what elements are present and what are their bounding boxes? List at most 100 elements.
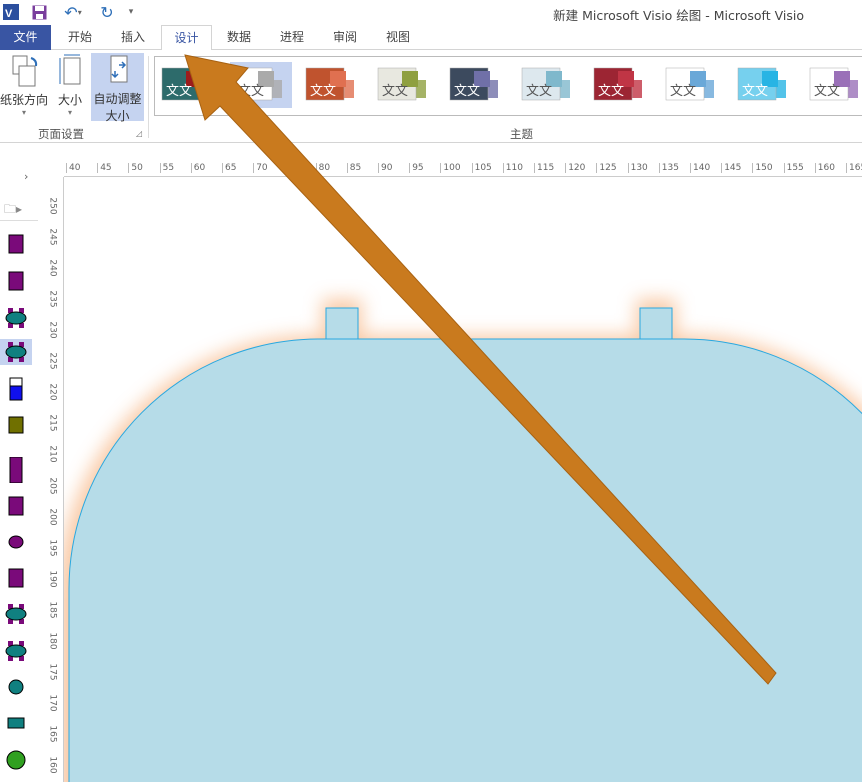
square-table-4-chairs-stencil-icon[interactable]	[4, 638, 28, 664]
ruler-tick-label: 95	[409, 163, 423, 173]
svg-text:V: V	[5, 8, 13, 20]
page-setup-label: 页面设置	[38, 126, 84, 142]
bookshelf-stencil-icon[interactable]	[4, 231, 28, 257]
ruler-tick-label: 100	[440, 163, 460, 173]
size-icon	[55, 54, 85, 88]
oval-table-shape[interactable]	[64, 299, 862, 782]
tab-design[interactable]: 设计	[161, 25, 212, 51]
theme-item[interactable]: 文文	[446, 62, 508, 108]
theme-sample-text: 文文	[382, 80, 408, 99]
oval-table-chairs-stencil-icon[interactable]	[0, 339, 32, 365]
ruler-tick-label: 185	[48, 601, 58, 618]
customize-icon[interactable]: ▾	[124, 3, 138, 21]
ruler-tick-label: 205	[48, 477, 58, 494]
plant-stencil-icon[interactable]	[4, 747, 28, 773]
water-cooler-stencil-icon[interactable]	[4, 376, 28, 402]
vertical-ruler[interactable]: 2502452402352302252202152102052001951901…	[48, 177, 64, 782]
ruler-tick-label: 110	[503, 163, 523, 173]
theme-item[interactable]: 文文	[590, 62, 652, 108]
table-tab-right	[640, 308, 672, 340]
more-shapes-icon[interactable]: 🗀▸	[4, 200, 32, 221]
tab-file[interactable]: 文件	[0, 25, 51, 50]
ruler-tick-label: 160	[48, 756, 58, 773]
redo-icon[interactable]: ↻	[98, 3, 116, 21]
rect-table-chairs-stencil-icon[interactable]	[4, 305, 28, 331]
ruler-tick-label: 220	[48, 384, 58, 401]
undo-icon[interactable]: ↶▾	[58, 3, 88, 21]
autosize-icon	[103, 53, 133, 87]
autosize-button[interactable]: 自动调整 大小	[91, 53, 144, 121]
ruler-tick-label: 240	[48, 260, 58, 277]
ruler-tick-label: 170	[48, 694, 58, 711]
theme-item[interactable]: 文文	[158, 62, 220, 108]
tab-review[interactable]: 审阅	[320, 25, 370, 50]
theme-sample-text: 文文	[310, 80, 336, 99]
dialog-launcher-icon[interactable]: ◿	[136, 129, 142, 138]
horizontal-ruler[interactable]: 4045505560657075808590951001051101151201…	[64, 160, 862, 177]
armchair-stencil-icon[interactable]	[4, 493, 28, 519]
round-table-4-chairs-stencil-icon[interactable]	[4, 601, 28, 627]
expand-panel-icon[interactable]: ›	[24, 170, 28, 183]
chair-stencil-icon[interactable]	[4, 268, 28, 294]
ruler-tick-label: 40	[66, 163, 80, 173]
ruler-tick-label: 165	[846, 163, 862, 173]
ruler-tick-label: 125	[596, 163, 616, 173]
ruler-tick-label: 85	[347, 163, 361, 173]
save-icon[interactable]	[30, 3, 48, 21]
ruler-tick-label: 70	[253, 163, 267, 173]
round-table-stencil-icon[interactable]	[4, 674, 28, 700]
ruler-tick-label: 55	[160, 163, 174, 173]
ruler-tick-label: 80	[316, 163, 330, 173]
table-tab-left	[326, 308, 358, 340]
tab-process[interactable]: 进程	[267, 25, 317, 50]
rect-table-stencil-icon[interactable]	[4, 710, 28, 736]
tab-view[interactable]: 视图	[373, 25, 423, 50]
theme-sample-text: 文文	[598, 80, 624, 99]
ruler-tick-label: 215	[48, 415, 58, 432]
theme-sample-text: 文文	[238, 80, 264, 99]
theme-sample-text: 文文	[670, 80, 696, 99]
orientation-button[interactable]: 纸张方向 ▾	[0, 54, 48, 120]
orientation-icon	[7, 54, 41, 88]
theme-sample-text: 文文	[454, 80, 480, 99]
ruler-tick-label: 180	[48, 632, 58, 649]
tab-home[interactable]: 开始	[55, 25, 105, 50]
ruler-tick-label: 200	[48, 508, 58, 525]
sofa-stencil-icon[interactable]	[4, 457, 28, 483]
theme-item[interactable]: 文文	[662, 62, 724, 108]
cabinet-stencil-icon[interactable]	[4, 412, 28, 438]
ruler-tick-label: 60	[191, 163, 205, 173]
group-divider	[148, 56, 149, 138]
theme-item[interactable]: 文文	[302, 62, 364, 108]
ruler-tick-label: 165	[48, 725, 58, 742]
theme-item[interactable]: 文文	[806, 62, 862, 108]
divider	[0, 220, 38, 221]
tab-insert[interactable]: 插入	[108, 25, 158, 50]
ruler-tick-label: 230	[48, 322, 58, 339]
drawing-canvas[interactable]	[64, 177, 862, 782]
theme-item[interactable]: 文文	[518, 62, 580, 108]
ruler-tick-label: 130	[628, 163, 648, 173]
ruler-tick-label: 120	[565, 163, 585, 173]
ruler-tick-label: 155	[784, 163, 804, 173]
shapes-panel: › 🗀▸	[0, 160, 36, 782]
ruler-tick-label: 115	[534, 163, 554, 173]
theme-item[interactable]: 文文	[734, 62, 796, 108]
theme-item[interactable]: 文文	[230, 62, 292, 108]
ruler-tick-label: 160	[815, 163, 835, 173]
theme-sample-text: 文文	[526, 80, 552, 99]
tab-data[interactable]: 数据	[214, 25, 264, 50]
ruler-tick-label: 150	[752, 163, 772, 173]
title-bar: V ↶▾ ↻ ▾ 新建 Microsoft Visio 绘图 - Microso…	[0, 0, 862, 25]
theme-sample-text: 文文	[742, 80, 768, 99]
theme-item[interactable]: 文文	[374, 62, 436, 108]
lounge-chair-stencil-icon[interactable]	[4, 565, 28, 591]
round-stool-stencil-icon[interactable]	[4, 529, 28, 555]
size-button[interactable]: 大小 ▾	[52, 54, 88, 120]
ruler-tick-label: 250	[48, 197, 58, 214]
ruler-tick-label: 105	[472, 163, 492, 173]
ruler-tick-label: 140	[690, 163, 710, 173]
window-title: 新建 Microsoft Visio 绘图 - Microsoft Visio	[553, 5, 804, 24]
ruler-tick-label: 245	[48, 228, 58, 245]
ruler-tick-label: 190	[48, 570, 58, 587]
